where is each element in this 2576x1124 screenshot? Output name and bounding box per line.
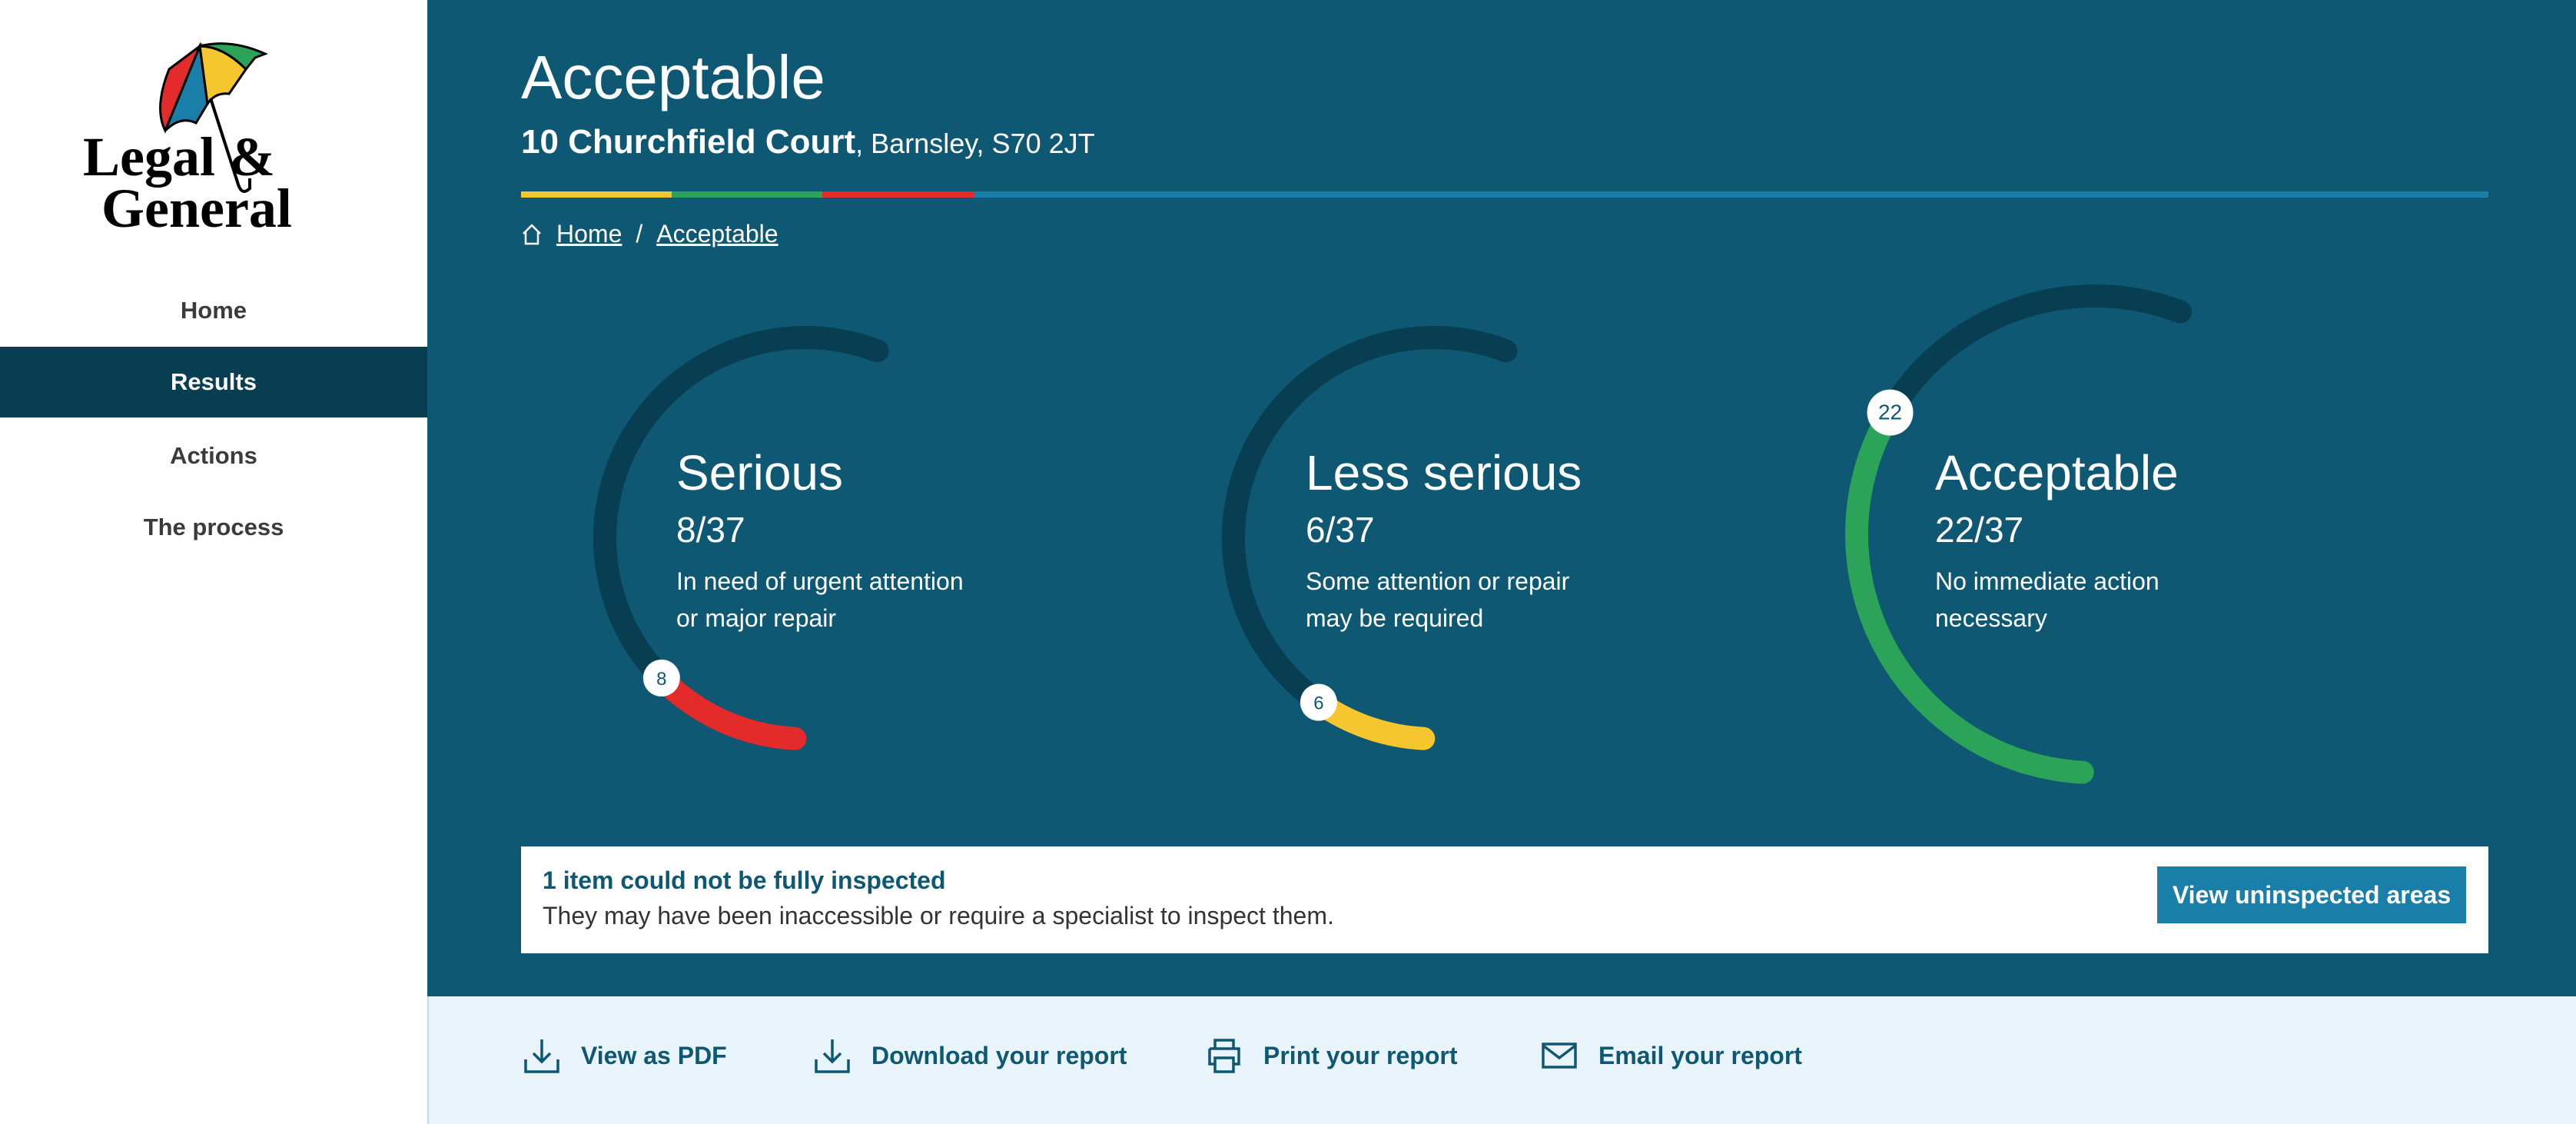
sidebar: Legal & General Home Results Actions The… — [0, 0, 427, 1124]
gauge-title: Less serious — [1306, 445, 1582, 500]
gauge-serious-text: Serious 8/37 In need of urgent attention… — [676, 444, 999, 637]
gauge-desc: may be required — [1306, 604, 1484, 632]
download-report-link[interactable]: Download your report — [813, 1036, 1127, 1075]
sidebar-item-actions[interactable]: Actions — [0, 421, 427, 491]
gauge-desc: necessary — [1935, 604, 2047, 632]
sidebar-item-the-process[interactable]: The process — [0, 492, 427, 563]
gauge-title: Serious — [676, 445, 843, 500]
printer-icon — [1208, 1039, 1240, 1073]
print-report-link[interactable]: Print your report — [1205, 1036, 1457, 1075]
link-label: Print your report — [1263, 1041, 1458, 1069]
mail-icon — [1542, 1043, 1577, 1069]
link-label: Email your report — [1598, 1041, 1802, 1069]
gauge-marker-label: 8 — [656, 669, 666, 690]
download-icon — [815, 1039, 850, 1073]
svg-text:General: General — [101, 178, 292, 238]
gauge-desc: Some attention or repair — [1306, 567, 1570, 595]
legal-general-logo[interactable]: Legal & General — [77, 38, 354, 238]
email-report-link[interactable]: Email your report — [1540, 1036, 1802, 1075]
gauge-charts: 8 6 22 — [593, 284, 2193, 784]
gauge-marker-label: 22 — [1878, 401, 1902, 424]
gauge-acceptable-text: Acceptable 22/37 No immediate action nece… — [1935, 444, 2258, 637]
sidebar-item-home[interactable]: Home — [0, 275, 427, 346]
sidebar-item-results[interactable]: Results — [0, 347, 427, 417]
download-icon — [524, 1039, 559, 1073]
results-panel: Acceptable 10 Churchfield Court, Barnsle… — [427, 0, 2576, 996]
gauge-desc: or major repair — [676, 604, 837, 632]
banner-title: 1 item could not be fully inspected — [543, 866, 946, 894]
gauge-fraction: 8/37 — [676, 510, 745, 550]
gauge-marker-label: 6 — [1313, 693, 1323, 714]
link-label: Download your report — [871, 1041, 1127, 1069]
gauge-desc: In need of urgent attention — [676, 567, 964, 595]
gauge-value-arc — [649, 666, 807, 750]
gauge-fraction: 22/37 — [1935, 510, 2024, 550]
link-label: View as PDF — [581, 1041, 727, 1069]
report-actions: View as PDF Download your report Print y… — [427, 996, 2576, 1124]
gauge-fraction: 6/37 — [1306, 510, 1375, 550]
gauge-title: Acceptable — [1935, 445, 2179, 500]
uninspected-banner: 1 item could not be fully inspected They… — [521, 846, 2488, 953]
gauge-less-serious-text: Less serious 6/37 Some attention or repa… — [1306, 444, 1628, 637]
view-uninspected-areas-button[interactable]: View uninspected areas — [2157, 866, 2466, 923]
banner-text: They may have been inaccessible or requi… — [543, 902, 1334, 929]
gauge-desc: No immediate action — [1935, 567, 2159, 595]
view-as-pdf-link[interactable]: View as PDF — [523, 1036, 727, 1075]
